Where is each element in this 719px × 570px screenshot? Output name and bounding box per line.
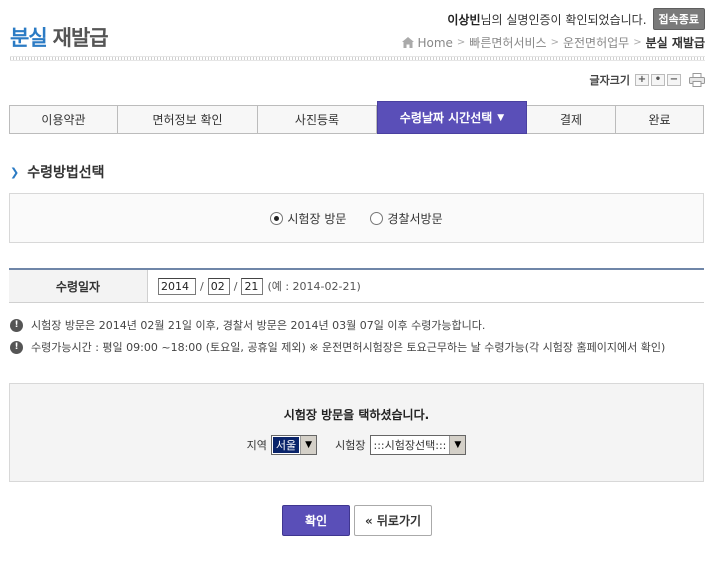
receive-method-box: 시험장 방문 경찰서방문 (9, 193, 704, 243)
breadcrumb-license-work[interactable]: 운전면허업무 (563, 34, 629, 51)
test-center-select[interactable]: :::시험장선택::: ▼ (369, 435, 467, 455)
radio-police[interactable] (370, 211, 384, 225)
region-value: 서울 (272, 437, 300, 453)
date-separator: / (200, 279, 204, 293)
test-center-selection-box: 시험장 방문을 택하셨습니다. 지역 서울 ▼ 시험장 :::시험장선택::: … (9, 383, 704, 482)
region-label: 지역 (246, 439, 267, 452)
section-title: ❯ 수령방법선택 (10, 162, 105, 182)
receive-date-label: 수령일자 (9, 270, 148, 302)
test-center-label: 시험장 (335, 439, 366, 452)
step-tabs: 이용약관 면허정보 확인 사진등록 수령날짜 시간선택 ▼ 결제 완료 (9, 101, 704, 134)
page-title: 분실 재발급 (10, 22, 109, 52)
user-name: 이상빈 (447, 12, 481, 27)
logout-button[interactable]: 접속종료 (652, 8, 705, 30)
breadcrumb-fast-service[interactable]: 빠른면허서비스 (469, 34, 546, 51)
selection-row: 지역 서울 ▼ 시험장 :::시험장선택::: ▼ (10, 435, 703, 455)
font-reset-button[interactable]: • (651, 74, 665, 86)
notice-text: 수령가능시간 : 평일 09:00 ~18:00 (토요일, 공휴일 제외) ※… (31, 341, 666, 354)
chevron-down-icon[interactable]: ▼ (449, 436, 466, 454)
date-separator: / (233, 279, 238, 293)
step-label: 수령날짜 시간선택 (399, 111, 493, 125)
step-label: 완료 (648, 113, 671, 127)
breadcrumb: Home > 빠른면허서비스 > 운전면허업무 > 분실 재발급 (402, 34, 705, 51)
step-label: 사진등록 (294, 113, 340, 127)
region-select[interactable]: 서울 ▼ (270, 435, 318, 455)
receive-date-table: 수령일자 / / (예 : 2014-02-21) (9, 268, 704, 303)
method-option-police[interactable]: 경찰서방문 (370, 210, 443, 227)
chevron-right-icon: > (456, 37, 466, 48)
user-message: 님의 실명인증이 확인되었습니다. (480, 12, 647, 27)
step-label: 결제 (559, 113, 583, 127)
info-icon: ! (10, 318, 23, 332)
receive-date-cell: / / (예 : 2014-02-21) (148, 270, 704, 302)
notice-item: ! 시험장 방문은 2014년 02월 21일 이후, 경찰서 방문은 2014… (10, 317, 485, 333)
step-date-time: 수령날짜 시간선택 ▼ (377, 101, 527, 134)
home-icon (402, 37, 415, 48)
month-input[interactable] (207, 277, 230, 295)
selection-message: 시험장 방문을 택하셨습니다. (283, 408, 430, 422)
chevron-down-icon[interactable]: ▼ (300, 436, 317, 454)
font-size-label: 글자크기 (589, 74, 630, 87)
notice-text: 시험장 방문은 2014년 02월 21일 이후, 경찰서 방문은 2014년 … (31, 319, 486, 332)
date-format-hint: (예 : 2014-02-21) (267, 280, 361, 293)
chevron-right-icon: > (550, 37, 559, 48)
page-title-part1: 분실 (10, 26, 48, 50)
step-label: 면허정보 확인 (152, 113, 223, 127)
section-title-text: 수령방법선택 (27, 165, 105, 181)
info-icon: ! (10, 340, 23, 354)
breadcrumb-home[interactable]: Home (417, 36, 452, 50)
font-increase-button[interactable]: + (635, 74, 649, 86)
page-title-part2: 재발급 (52, 26, 109, 50)
method-option-test-center[interactable]: 시험장 방문 (270, 210, 346, 227)
method-option-label: 경찰서방문 (387, 211, 443, 226)
chevron-right-icon: ❯ (10, 165, 20, 179)
user-bar: 이상빈 님의 실명인증이 확인되었습니다. 접속종료 (447, 8, 705, 30)
day-input[interactable] (241, 277, 264, 295)
step-label: 이용약관 (41, 113, 86, 127)
breadcrumb-current: 분실 재발급 (645, 36, 705, 50)
year-input[interactable] (158, 277, 196, 295)
method-option-label: 시험장 방문 (287, 211, 347, 226)
back-button[interactable]: « 뒤로가기 (354, 505, 432, 536)
step-payment: 결제 (527, 105, 616, 134)
confirm-button[interactable]: 확인 (282, 505, 350, 536)
test-center-value: :::시험장선택::: (373, 439, 447, 452)
step-terms: 이용약관 (9, 105, 118, 134)
chevron-down-icon: ▼ (497, 112, 505, 123)
print-icon[interactable] (689, 73, 705, 87)
font-size-controls: 글자크기 + • − (590, 72, 705, 88)
step-complete: 완료 (616, 105, 704, 134)
title-divider (10, 56, 705, 61)
step-photo: 사진등록 (258, 105, 377, 134)
chevron-right-icon: > (633, 37, 642, 48)
radio-test-center[interactable] (270, 211, 284, 225)
notice-item: ! 수령가능시간 : 평일 09:00 ~18:00 (토요일, 공휴일 제외)… (10, 339, 665, 355)
font-decrease-button[interactable]: − (667, 74, 681, 86)
step-license-info: 면허정보 확인 (118, 105, 258, 134)
